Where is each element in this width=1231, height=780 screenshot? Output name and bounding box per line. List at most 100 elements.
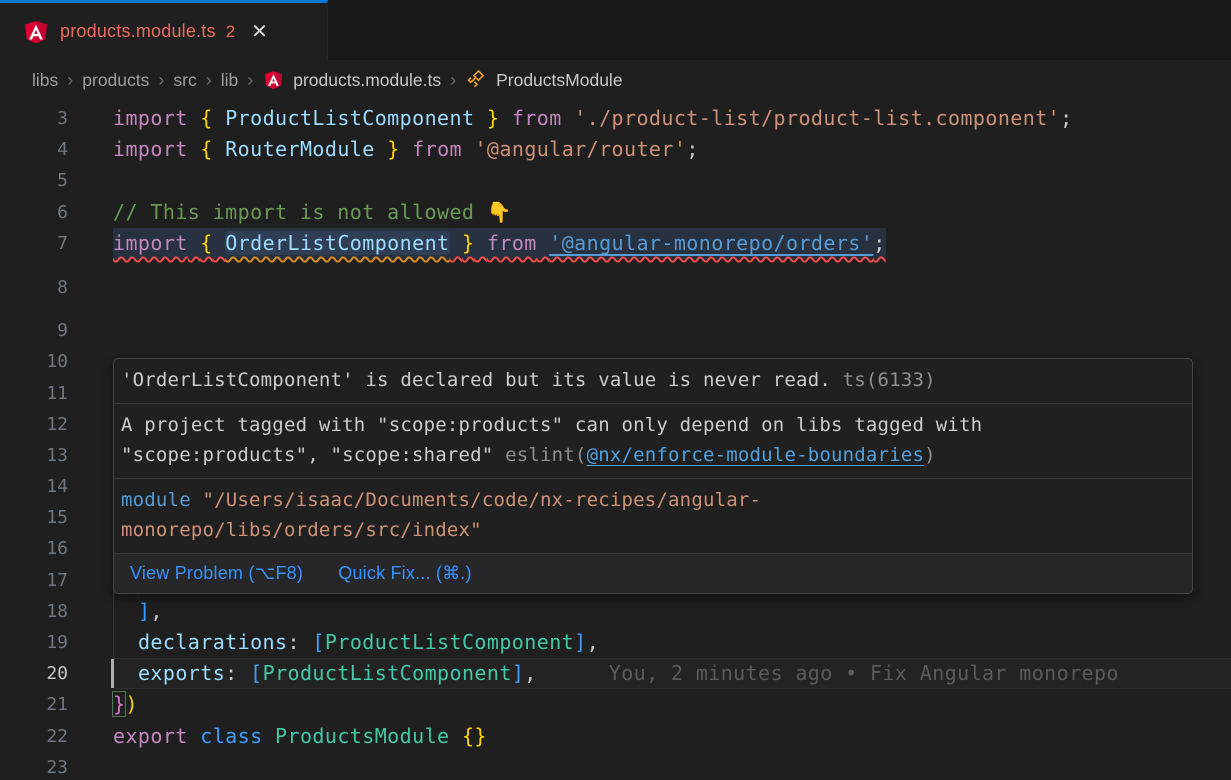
code-token: ] <box>574 630 586 654</box>
code-token: './product-list/product-list.component' <box>574 106 1060 130</box>
breadcrumb-item-src[interactable]: src <box>173 70 196 91</box>
code-text: exports: [ProductListComponent], <box>113 661 537 685</box>
line-number: 14 <box>0 471 113 502</box>
code-token: [ <box>250 661 262 685</box>
eslint-rule-link[interactable]: @nx/enforce-module-boundaries <box>587 444 925 466</box>
code-token: exports <box>138 661 225 685</box>
breadcrumb: libs › products › src › lib › products.m… <box>0 60 1231 100</box>
angular-icon <box>24 19 48 45</box>
line-number: 4 <box>0 134 113 165</box>
line-number: 9 <box>0 315 113 346</box>
code-token <box>213 106 225 130</box>
vscode-window: products.module.ts 2 ✕ libs › products ›… <box>0 0 1231 780</box>
code-token: ) <box>125 692 137 716</box>
breadcrumb-item-lib[interactable]: lib <box>221 70 239 91</box>
code-line-content[interactable]: export class ProductsModule {} <box>113 721 1231 752</box>
code-text: declarations: [ProductListComponent], <box>113 630 599 654</box>
code-token <box>213 231 225 255</box>
code-line[interactable]: 3import { ProductListComponent } from '.… <box>0 103 1231 134</box>
indent-guide <box>113 627 114 658</box>
code-line-content[interactable]: }) <box>113 689 1231 720</box>
line-number: 15 <box>0 502 113 533</box>
code-token: ; <box>1060 106 1072 130</box>
code-text: import { RouterModule } from '@angular/r… <box>113 137 699 161</box>
code-line-content[interactable]: declarations: [ProductListComponent], <box>113 627 1231 658</box>
close-icon[interactable]: ✕ <box>251 22 268 42</box>
code-token <box>400 137 412 161</box>
breadcrumb-item-products[interactable]: products <box>82 70 149 91</box>
code-token <box>188 231 200 255</box>
code-line[interactable]: 19 declarations: [ProductListComponent], <box>0 627 1231 658</box>
line-number: 23 <box>0 752 113 780</box>
code-line[interactable]: 18 ], <box>0 596 1231 627</box>
code-token: } <box>487 106 499 130</box>
quick-fix-button[interactable]: Quick Fix... (⌘.) <box>338 563 471 583</box>
breadcrumb-item-libs[interactable]: libs <box>32 70 58 91</box>
code-line-content[interactable]: // This import is not allowed 👇 <box>113 197 1231 228</box>
code-token: '@angular-monorepo/orders' <box>549 231 873 255</box>
line-number: 22 <box>0 721 113 752</box>
code-token: from <box>512 106 562 130</box>
code-token: , <box>524 661 536 685</box>
class-icon <box>467 70 487 90</box>
breadcrumb-item-file[interactable]: products.module.ts <box>293 70 441 91</box>
code-text: export class ProductsModule {} <box>113 724 487 748</box>
code-token: OrderListComponent <box>225 231 449 255</box>
tab-products-module[interactable]: products.module.ts 2 ✕ <box>0 0 328 60</box>
error-hover-popup: 'OrderListComponent' is declared but its… <box>113 358 1193 594</box>
line-number: 5 <box>0 165 113 196</box>
code-token: ProductListComponent <box>325 630 574 654</box>
code-text: }) <box>113 692 138 716</box>
code-token <box>450 231 462 255</box>
code-token: ProductListComponent <box>225 106 474 130</box>
code-editor[interactable]: 3import { ProductListComponent } from '.… <box>0 100 1231 780</box>
hover-ts-message: 'OrderListComponent' is declared but its… <box>114 359 1192 403</box>
angular-icon <box>264 70 283 90</box>
hover-module-path: module "/Users/isaac/Documents/code/nx-r… <box>114 478 1192 553</box>
line-number: 6 <box>0 197 113 228</box>
code-token: class <box>200 724 262 748</box>
code-text: // This import is not allowed 👇 <box>113 200 512 224</box>
code-token <box>188 137 200 161</box>
code-line-content[interactable]: exports: [ProductListComponent],You, 2 m… <box>113 658 1231 689</box>
code-token: , <box>587 630 599 654</box>
code-token: ; <box>686 137 698 161</box>
code-line-content[interactable] <box>113 272 1231 303</box>
code-token: {} <box>462 724 487 748</box>
code-line[interactable]: 20 exports: [ProductListComponent],You, … <box>0 658 1231 689</box>
code-token: import <box>113 231 188 255</box>
code-line-content[interactable]: import { RouterModule } from '@angular/r… <box>113 134 1231 165</box>
code-line[interactable]: 7import { OrderListComponent } from '@an… <box>0 228 1231 259</box>
code-line-content[interactable] <box>113 315 1231 346</box>
code-line[interactable]: 22export class ProductsModule {} <box>0 721 1231 752</box>
view-problem-button[interactable]: View Problem (⌥F8) <box>130 563 303 583</box>
code-line-content[interactable]: import { ProductListComponent } from './… <box>113 103 1231 134</box>
indent-guide <box>113 596 114 627</box>
code-line[interactable]: 8 <box>0 272 1231 303</box>
code-token <box>562 106 574 130</box>
code-line[interactable]: 5 <box>0 165 1231 196</box>
code-line-content[interactable]: import { OrderListComponent } from '@ang… <box>113 228 1231 259</box>
code-text: import { OrderListComponent } from '@ang… <box>113 228 886 259</box>
code-token <box>537 231 549 255</box>
code-line[interactable]: 9 <box>0 315 1231 346</box>
line-number: 12 <box>0 409 113 440</box>
chevron-icon: › <box>247 70 253 91</box>
code-token: ] <box>512 661 524 685</box>
code-token <box>113 599 138 623</box>
code-token: { <box>200 231 212 255</box>
code-token: // This import is not allowed <box>113 200 487 224</box>
code-line-content[interactable] <box>113 165 1231 196</box>
code-token: ProductListComponent <box>263 661 512 685</box>
code-line-content[interactable]: ], <box>113 596 1231 627</box>
breadcrumb-item-symbol[interactable]: ProductsModule <box>496 70 622 91</box>
code-token: ] <box>138 599 150 623</box>
code-token: [ <box>312 630 324 654</box>
code-line[interactable]: 6// This import is not allowed 👇 <box>0 197 1231 228</box>
line-number: 13 <box>0 440 113 471</box>
code-line[interactable]: 23 <box>0 752 1231 780</box>
code-line[interactable]: 21}) <box>0 689 1231 720</box>
code-line-content[interactable] <box>113 752 1231 780</box>
line-number: 21 <box>0 689 113 720</box>
code-line[interactable]: 4import { RouterModule } from '@angular/… <box>0 134 1231 165</box>
